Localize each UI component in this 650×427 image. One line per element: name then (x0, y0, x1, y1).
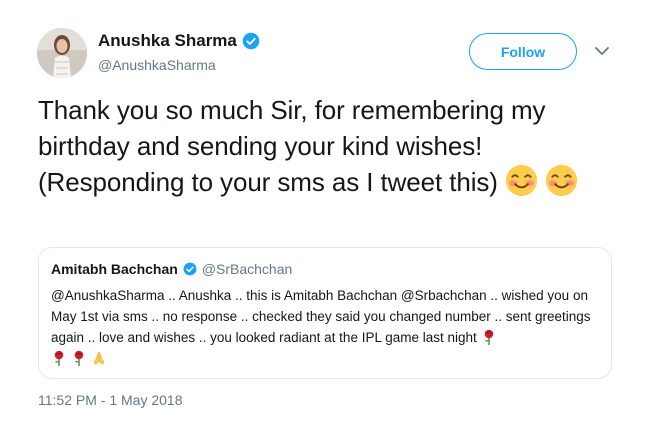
author-display-name[interactable]: Anushka Sharma (98, 31, 237, 51)
verified-badge-icon (183, 262, 197, 276)
rose-icon (71, 350, 87, 366)
folded-hands-icon (91, 350, 107, 366)
quoted-author-handle[interactable]: @SrBachchan (202, 261, 292, 277)
quoted-tweet-header: Amitabh Bachchan @SrBachchan (51, 261, 599, 277)
quoted-tweet[interactable]: Amitabh Bachchan @SrBachchan @AnushkaSha… (38, 247, 612, 379)
follow-button[interactable]: Follow (469, 33, 577, 70)
smiling-face-icon (505, 164, 538, 197)
tweet-body: Thank you so much Sir, for remembering m… (38, 92, 623, 200)
rose-icon (481, 329, 497, 345)
avatar[interactable] (37, 28, 87, 78)
rose-icon (51, 350, 67, 366)
author-name-row[interactable]: Anushka Sharma (98, 31, 260, 51)
quoted-author-name[interactable]: Amitabh Bachchan (51, 261, 178, 277)
chevron-down-icon[interactable] (594, 44, 610, 58)
author-handle[interactable]: @AnushkaSharma (98, 57, 216, 73)
tweet-timestamp[interactable]: 11:52 PM - 1 May 2018 (38, 392, 182, 408)
smiling-face-icon (545, 164, 578, 197)
tweet-card: Anushka Sharma @AnushkaSharma Follow Tha… (0, 0, 650, 427)
quoted-tweet-text: @AnushkaSharma .. Anushka .. this is Ami… (51, 288, 591, 345)
quoted-tweet-body: @AnushkaSharma .. Anushka .. this is Ami… (51, 285, 599, 369)
verified-badge-icon (242, 32, 260, 50)
tweet-text: Thank you so much Sir, for remembering m… (38, 95, 546, 197)
